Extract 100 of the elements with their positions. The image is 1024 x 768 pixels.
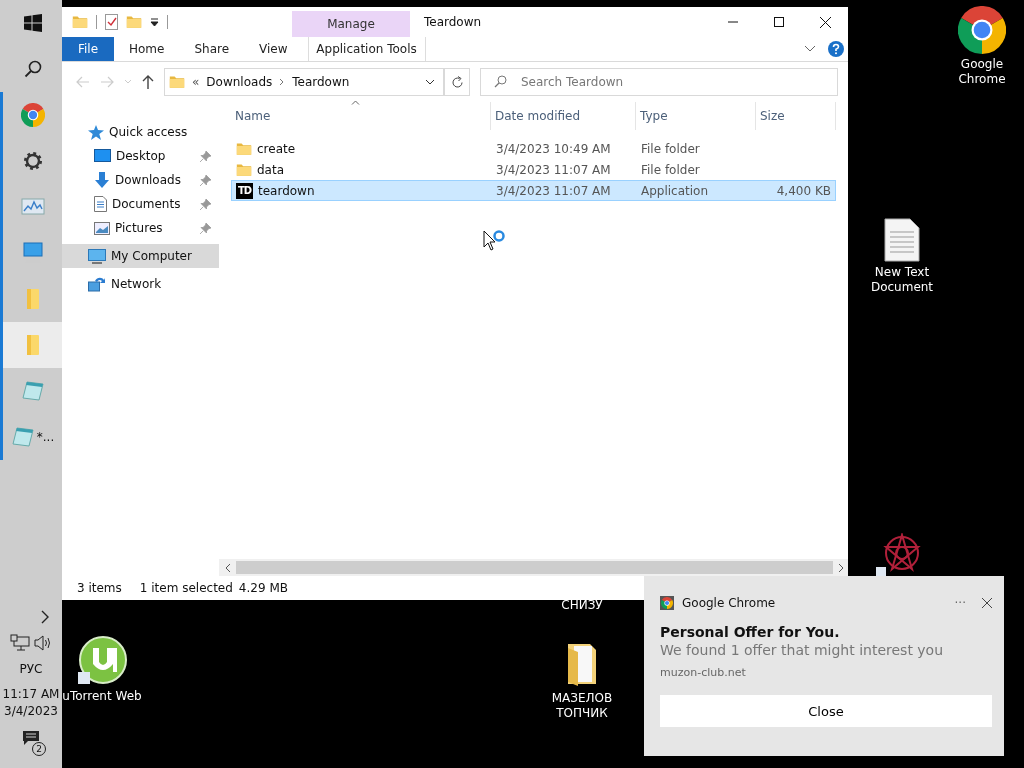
- table-cell-text: 3/4/2023 11:07 AM: [495, 183, 612, 198]
- column-header[interactable]: Name: [231, 102, 491, 130]
- chrome-logo-icon: [661, 597, 673, 609]
- chrome-shortcut-icon: [958, 6, 1006, 54]
- desktop-icon-label[interactable]: uTorrent Web: [62, 689, 142, 704]
- chevron-right-icon[interactable]: [279, 78, 286, 86]
- language-indicator[interactable]: РУС: [19, 662, 43, 676]
- column-header[interactable]: Size: [756, 102, 836, 130]
- breadcrumb-overflow[interactable]: «: [192, 75, 200, 89]
- nav-item[interactable]: Documents: [62, 192, 219, 216]
- computer-icon: [88, 248, 106, 264]
- notification-count-badge: 2: [32, 742, 46, 756]
- nav-item[interactable]: Downloads: [62, 168, 219, 192]
- sort-ascending-icon: [351, 100, 360, 105]
- desktop-icon-label[interactable]: Google Chrome: [950, 57, 1014, 87]
- desktop-icon-label[interactable]: МАЗЕЛОВ ТОПЧИК: [540, 691, 624, 721]
- desktop-icon-label[interactable]: СНИЗУ: [561, 598, 603, 613]
- table-cell-text: 3/4/2023 11:07 AM: [495, 162, 612, 177]
- close-button[interactable]: Close: [660, 695, 992, 727]
- maximize-icon: [774, 17, 784, 27]
- breadcrumb-item[interactable]: Downloads: [206, 75, 273, 89]
- up-arrow-icon[interactable]: [142, 75, 154, 89]
- address-bar[interactable]: « Downloads Teardown: [164, 68, 444, 96]
- nav-item[interactable]: Quick access: [62, 120, 219, 144]
- notification-body: We found 1 offer that might interest you: [660, 642, 945, 658]
- folder-icon: [25, 288, 40, 310]
- notification-app-name: Google Chrome: [682, 596, 776, 610]
- folder-icon: [25, 334, 40, 356]
- windows-logo-icon: [23, 14, 42, 32]
- table-cell-text: File folder: [640, 162, 701, 177]
- table-cell-text: File folder: [640, 141, 701, 156]
- picture-icon: [94, 221, 110, 235]
- help-icon[interactable]: [828, 41, 844, 57]
- file-row[interactable]: data 3/4/2023 11:07 AM File folder: [231, 159, 836, 180]
- nav-item[interactable]: Pictures: [62, 216, 219, 240]
- ribbon-tab[interactable]: Share: [179, 37, 245, 61]
- message-icon: [22, 730, 40, 746]
- nav-item[interactable]: My Computer: [62, 244, 219, 268]
- speaker-icon[interactable]: [34, 634, 52, 652]
- clock-date[interactable]: 3/4/2023: [4, 703, 58, 720]
- document-icon: [94, 196, 107, 212]
- refresh-button[interactable]: [444, 68, 470, 96]
- column-header[interactable]: Type: [636, 102, 756, 130]
- desktop-icon: [94, 149, 111, 163]
- network-icon: [88, 276, 106, 292]
- notification-source: muzon-club.net: [660, 666, 747, 679]
- dropdown-caret-icon[interactable]: [425, 79, 435, 85]
- nav-item[interactable]: Desktop: [62, 144, 219, 168]
- more-options-button[interactable]: ···: [954, 596, 966, 610]
- ribbon-tab[interactable]: Home: [114, 37, 180, 61]
- chrome-logo-icon: [20, 103, 45, 127]
- search-icon: [22, 59, 43, 79]
- search-field[interactable]: Search Teardown: [480, 68, 838, 96]
- scrollbar-thumb[interactable]: [236, 561, 833, 574]
- text-document-icon[interactable]: [884, 218, 920, 262]
- folder-icon: [236, 162, 252, 177]
- clock-time[interactable]: 11:17 AM: [2, 686, 60, 703]
- table-cell-text: 4,400 KB: [775, 183, 832, 198]
- expand-ribbon-icon[interactable]: [804, 45, 816, 53]
- properties-icon[interactable]: [105, 14, 118, 30]
- item-count: 3 items: [77, 581, 122, 595]
- network-icon[interactable]: [10, 634, 30, 652]
- search-icon: [494, 75, 507, 88]
- action-center-button[interactable]: 2: [16, 730, 46, 756]
- busy-cursor-icon: [483, 230, 507, 252]
- nav-item[interactable]: Network: [62, 272, 219, 296]
- download-arrow-icon: [94, 171, 110, 189]
- refresh-icon: [450, 75, 464, 89]
- ribbon-tab[interactable]: View: [244, 37, 303, 61]
- file-row[interactable]: TD teardown 3/4/2023 11:07 AM Application 4,400 KB: [231, 180, 836, 201]
- desktop-icon-label[interactable]: New Text Document: [862, 265, 942, 295]
- file-name: create: [257, 141, 296, 156]
- notepad-icon: [10, 426, 35, 448]
- taskbar-item-label: *...: [36, 430, 55, 444]
- settings-icon: [21, 150, 44, 172]
- file-name: data: [257, 162, 285, 177]
- customize-dropdown-icon[interactable]: [150, 17, 159, 27]
- pin-icon[interactable]: [200, 174, 211, 186]
- selection-size: 4.29 MB: [238, 581, 288, 595]
- pin-icon[interactable]: [200, 222, 211, 234]
- breadcrumb-item[interactable]: Teardown: [292, 75, 350, 89]
- utorrent-shortcut-icon[interactable]: [77, 636, 127, 686]
- notepad-icon: [20, 380, 45, 402]
- close-icon[interactable]: [982, 598, 992, 608]
- column-header[interactable]: Date modified: [491, 102, 636, 130]
- file-row[interactable]: create 3/4/2023 10:49 AM File folder: [231, 138, 836, 159]
- file-name: teardown: [258, 183, 315, 198]
- notification-title: Personal Offer for You.: [660, 624, 841, 640]
- new-folder-icon: [126, 15, 142, 29]
- close-icon: [819, 16, 831, 28]
- ribbon-tab[interactable]: Application Tools: [307, 37, 426, 61]
- folder-icon: [236, 141, 252, 156]
- pin-icon[interactable]: [200, 150, 211, 162]
- scroll-right-icon[interactable]: [838, 563, 844, 572]
- ribbon-tab[interactable]: File: [62, 37, 114, 61]
- folder-icon: [169, 75, 185, 89]
- chevron-right-icon[interactable]: [41, 610, 50, 624]
- scroll-left-icon[interactable]: [225, 563, 231, 572]
- pin-icon[interactable]: [200, 198, 211, 210]
- chart-window-icon: [20, 197, 45, 217]
